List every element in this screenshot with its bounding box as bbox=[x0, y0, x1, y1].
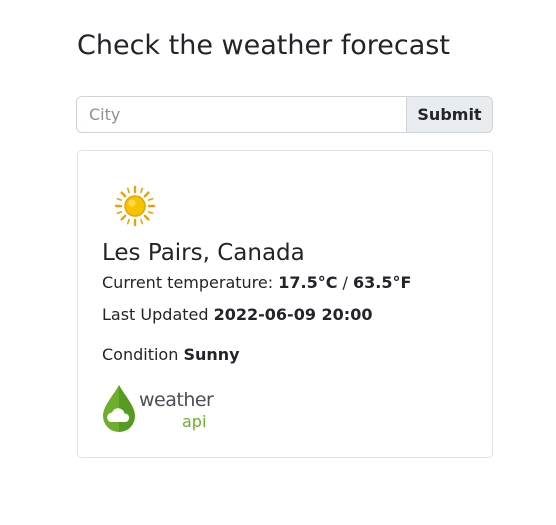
condition: Condition Sunny bbox=[102, 343, 240, 367]
weatherapi-drop-cloud-icon bbox=[103, 385, 135, 432]
weatherapi-logo-word: weather bbox=[139, 389, 214, 411]
weatherapi-logo-api: api bbox=[182, 412, 207, 431]
page-title: Check the weather forecast bbox=[77, 30, 450, 61]
temperature-label: Current temperature: bbox=[102, 273, 279, 292]
sun-icon bbox=[114, 185, 156, 227]
condition-label: Condition bbox=[102, 345, 184, 364]
weather-result-card: Les Pairs, Canada Current temperature: 1… bbox=[77, 150, 493, 458]
last-updated-label: Last Updated bbox=[102, 305, 214, 324]
last-updated: Last Updated 2022-06-09 20:00 bbox=[102, 303, 372, 327]
temperature-celsius: 17.5°C bbox=[278, 273, 338, 292]
city-input[interactable] bbox=[76, 96, 406, 133]
temperature-fahrenheit: 63.5°F bbox=[353, 273, 412, 292]
search-form: Submit bbox=[76, 96, 493, 133]
temperature-separator: / bbox=[337, 273, 354, 292]
location-name: Les Pairs, Canada bbox=[102, 240, 305, 266]
submit-button[interactable]: Submit bbox=[406, 96, 493, 133]
condition-value: Sunny bbox=[183, 345, 240, 364]
last-updated-value: 2022-06-09 20:00 bbox=[213, 305, 373, 324]
weatherapi-logo[interactable]: weather api bbox=[102, 383, 214, 435]
weather-page: Check the weather forecast Submit bbox=[0, 0, 556, 525]
current-temperature: Current temperature: 17.5°C / 63.5°F bbox=[102, 271, 411, 295]
